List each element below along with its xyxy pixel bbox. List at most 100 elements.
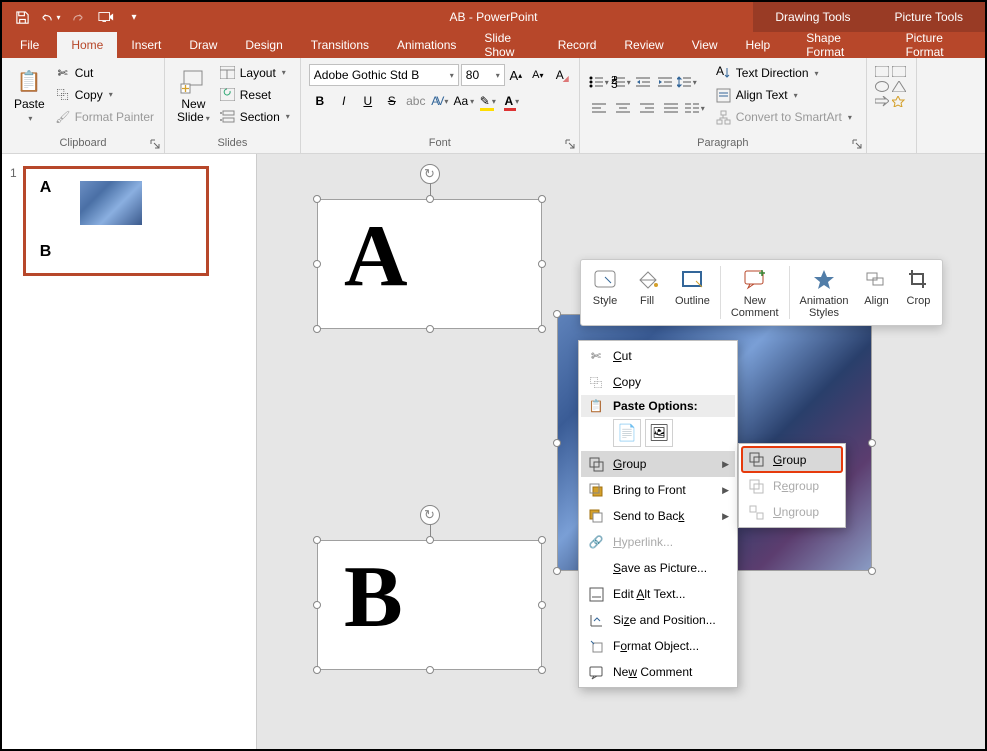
- smartart-label: Convert to SmartArt: [736, 110, 842, 124]
- tab-review[interactable]: Review: [610, 32, 677, 58]
- textbox-b[interactable]: ↻ B: [317, 540, 542, 670]
- bullets-icon[interactable]: ▾: [588, 71, 610, 93]
- font-color-icon[interactable]: A▾: [501, 90, 523, 112]
- ctx-alt-text[interactable]: Edit Alt Text...: [581, 581, 735, 607]
- clipboard-dialog-launcher[interactable]: [148, 137, 162, 151]
- ctx-group[interactable]: Group▶: [581, 451, 735, 477]
- tab-view[interactable]: View: [678, 32, 732, 58]
- new-comment-label: NewComment: [731, 295, 779, 319]
- start-from-beginning-button[interactable]: [94, 5, 118, 29]
- bold-icon[interactable]: B: [309, 90, 331, 112]
- tab-animations[interactable]: Animations: [383, 32, 470, 58]
- tool-tab-drawing[interactable]: Drawing Tools: [753, 2, 872, 32]
- font-size-value: 80: [466, 68, 479, 82]
- group-submenu: Group Regroup Ungroup: [738, 443, 846, 528]
- convert-smartart-button[interactable]: Convert to SmartArt▾: [712, 106, 856, 128]
- ctx-paste-header: 📋Paste Options:: [581, 395, 735, 417]
- justify-icon[interactable]: [660, 97, 682, 119]
- redo-button[interactable]: [66, 5, 90, 29]
- line-spacing-icon[interactable]: ▾: [676, 71, 698, 93]
- mini-new-comment-button[interactable]: NewComment: [725, 264, 785, 321]
- tab-shape-format[interactable]: Shape Format: [784, 32, 885, 58]
- paste-option-2[interactable]: 🖼: [645, 419, 673, 447]
- tab-home[interactable]: Home: [57, 32, 117, 58]
- columns-icon[interactable]: ▾: [684, 97, 706, 119]
- font-size-selector[interactable]: 80▾: [461, 64, 505, 86]
- align-left-icon[interactable]: [588, 97, 610, 119]
- ctx-cut[interactable]: ✄Cut: [581, 343, 735, 369]
- increase-font-icon[interactable]: A▴: [505, 64, 527, 86]
- tool-tab-picture[interactable]: Picture Tools: [873, 2, 985, 32]
- mini-style-button[interactable]: Style: [585, 264, 625, 321]
- reset-label: Reset: [240, 88, 271, 102]
- numbering-icon[interactable]: 123▾: [610, 71, 632, 93]
- shadow-icon[interactable]: abc: [405, 90, 427, 112]
- title-bar: ▾ ▾ AB - PowerPoint Drawing Tools Pictur…: [2, 2, 985, 32]
- rotate-handle-icon[interactable]: ↻: [420, 505, 440, 525]
- paragraph-dialog-launcher[interactable]: [850, 137, 864, 151]
- font-dialog-launcher[interactable]: [563, 137, 577, 151]
- section-label: Section: [240, 110, 280, 124]
- align-center-icon[interactable]: [612, 97, 634, 119]
- undo-button[interactable]: ▾: [38, 5, 62, 29]
- paste-options: 📄 🖼: [581, 417, 735, 451]
- tab-transitions[interactable]: Transitions: [297, 32, 383, 58]
- rotate-handle-icon[interactable]: ↻: [420, 164, 440, 184]
- text-b: B: [318, 541, 541, 655]
- tab-insert[interactable]: Insert: [117, 32, 175, 58]
- paste-label: Paste: [14, 97, 45, 111]
- save-icon[interactable]: [10, 5, 34, 29]
- clear-formatting-icon[interactable]: A◢: [549, 64, 571, 86]
- change-case-icon[interactable]: Aa▾: [453, 90, 475, 112]
- tab-design[interactable]: Design: [231, 32, 296, 58]
- layout-button[interactable]: Layout▾: [216, 62, 294, 84]
- paste-option-1[interactable]: 📄: [613, 419, 641, 447]
- tab-slideshow[interactable]: Slide Show: [470, 32, 543, 58]
- highlight-icon[interactable]: ✎▾: [477, 90, 499, 112]
- align-text-button[interactable]: Align Text▾: [712, 84, 856, 106]
- copy-button[interactable]: ⿻Copy▾: [51, 84, 158, 106]
- ctx-new-comment[interactable]: New Comment: [581, 659, 735, 685]
- cut-button[interactable]: ✄Cut: [51, 62, 158, 84]
- tab-draw[interactable]: Draw: [175, 32, 231, 58]
- ctx-size-position[interactable]: Size and Position...: [581, 607, 735, 633]
- mini-align-button[interactable]: Align: [856, 264, 896, 321]
- context-menu: ✄Cut ⿻Copy 📋Paste Options: 📄 🖼 Group▶ Br…: [578, 340, 738, 688]
- ribbon-tabs: File Home Insert Draw Design Transitions…: [2, 32, 985, 58]
- mini-fill-button[interactable]: Fill: [627, 264, 667, 321]
- mini-crop-button[interactable]: Crop: [898, 264, 938, 321]
- ctx-copy[interactable]: ⿻Copy: [581, 369, 735, 395]
- decrease-font-icon[interactable]: A▾: [527, 64, 549, 86]
- ctx-send-back[interactable]: Send to Back▶: [581, 503, 735, 529]
- align-right-icon[interactable]: [636, 97, 658, 119]
- text-direction-button[interactable]: AText Direction▾: [712, 62, 856, 84]
- strikethrough-icon[interactable]: S: [381, 90, 403, 112]
- thumb-image: [80, 181, 142, 225]
- textbox-a[interactable]: ↻ A: [317, 199, 542, 329]
- increase-indent-icon[interactable]: [654, 71, 676, 93]
- slide-canvas[interactable]: ↻ A ↻ B Style Fill Outline NewComment An…: [257, 154, 985, 749]
- slide-thumbnail-1[interactable]: A B: [23, 166, 209, 276]
- sub-group[interactable]: Group: [741, 446, 843, 473]
- font-name-selector[interactable]: Adobe Gothic Std B▾: [309, 64, 459, 86]
- sub-ungroup: Ungroup: [741, 499, 843, 525]
- qat-customize-button[interactable]: ▾: [122, 5, 146, 29]
- ctx-save-picture[interactable]: Save as Picture...: [581, 555, 735, 581]
- tab-picture-format[interactable]: Picture Format: [886, 32, 985, 58]
- reset-button[interactable]: Reset: [216, 84, 294, 106]
- underline-icon[interactable]: U: [357, 90, 379, 112]
- tab-file[interactable]: File: [2, 32, 57, 58]
- tab-record[interactable]: Record: [544, 32, 611, 58]
- mini-animation-styles-button[interactable]: AnimationStyles: [794, 264, 855, 321]
- section-button[interactable]: Section▾: [216, 106, 294, 128]
- ctx-bring-front[interactable]: Bring to Front▶: [581, 477, 735, 503]
- tab-help[interactable]: Help: [732, 32, 785, 58]
- new-slide-button[interactable]: NewSlide▾: [171, 60, 216, 129]
- italic-icon[interactable]: I: [333, 90, 355, 112]
- format-painter-button[interactable]: 🖌Format Painter: [51, 106, 158, 128]
- mini-outline-button[interactable]: Outline: [669, 264, 716, 321]
- paste-button[interactable]: 📋 Paste▾: [8, 60, 51, 129]
- decrease-indent-icon[interactable]: [632, 71, 654, 93]
- ctx-format-object[interactable]: Format Object...: [581, 633, 735, 659]
- char-spacing-icon[interactable]: AV▾: [429, 90, 451, 112]
